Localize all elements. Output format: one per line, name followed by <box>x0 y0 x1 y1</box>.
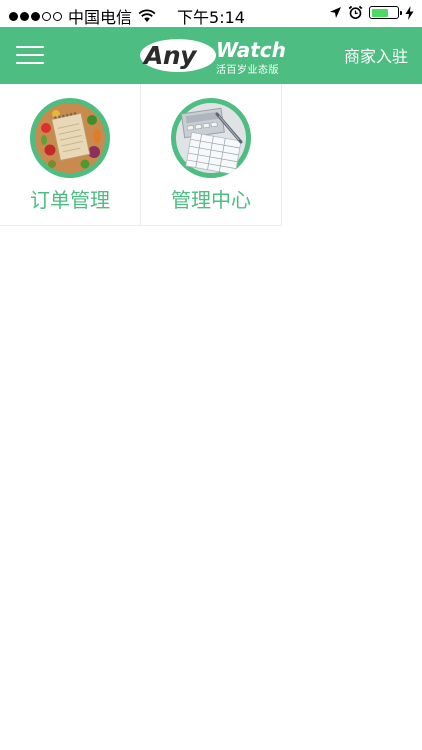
logo-text-any: Any <box>144 41 196 70</box>
logo-text-watch: Watch <box>216 38 286 62</box>
tile-order-management[interactable]: 订单管理 <box>0 84 141 226</box>
tile-label-management-center: 管理中心 <box>171 188 251 212</box>
menu-button[interactable] <box>16 43 44 67</box>
tile-management-center[interactable]: 管理中心 <box>141 84 282 226</box>
battery-level <box>371 8 389 17</box>
status-right <box>329 5 414 20</box>
menu-icon <box>16 46 44 48</box>
battery-icon <box>369 6 402 19</box>
tile-label-order-management: 订单管理 <box>30 188 110 212</box>
function-grid: 订单管理 管理中心 <box>0 84 422 226</box>
calculator-documents-icon <box>171 98 251 178</box>
logo-subtitle: 活百岁业态版 <box>216 65 279 76</box>
header-bar: Any Watch 活百岁业态版 商家入驻 <box>0 27 422 84</box>
notebook-vegetables-icon <box>30 98 110 178</box>
alarm-clock-icon <box>348 5 363 19</box>
status-bar: 中国电信 下午5:14 <box>0 0 422 27</box>
charging-bolt-icon <box>405 5 414 20</box>
merchant-signup-link[interactable]: 商家入驻 <box>344 43 408 67</box>
app-logo: Any Watch 活百岁业态版 <box>140 37 286 76</box>
location-arrow-icon <box>330 7 341 18</box>
